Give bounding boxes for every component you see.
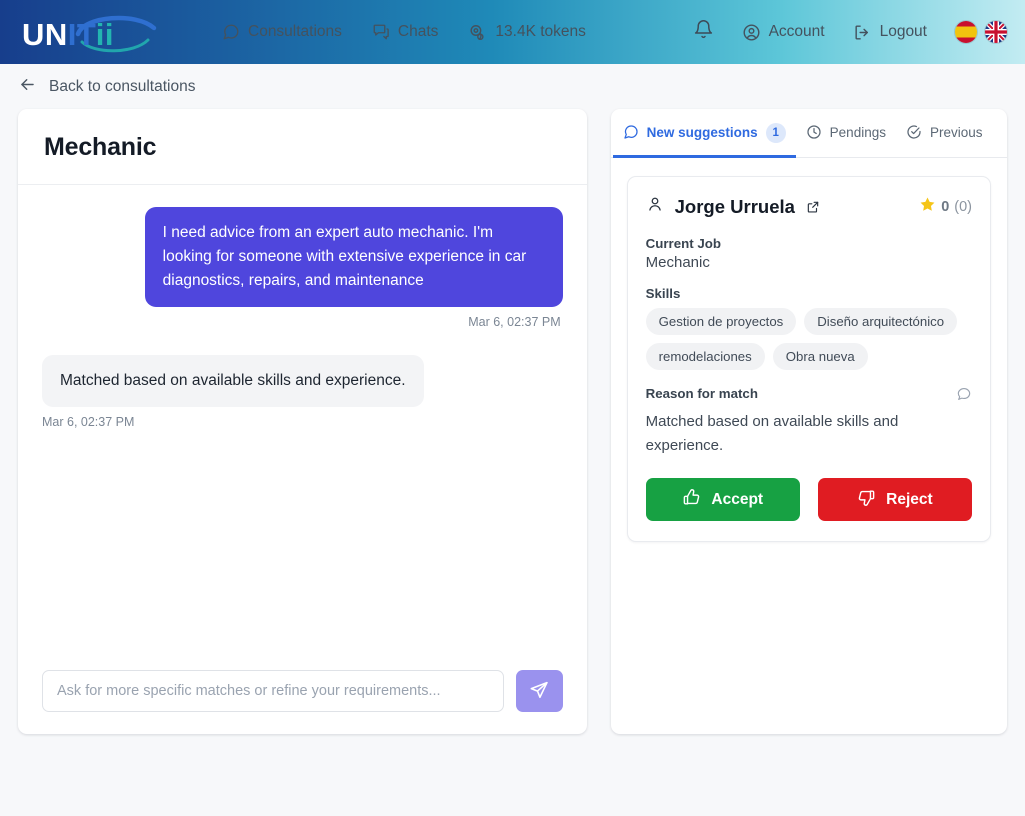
tab-label-new-suggestions: New suggestions (646, 124, 758, 140)
primary-nav: Consultations Chats 13.4K tokens (222, 23, 693, 42)
accept-button-label: Accept (711, 490, 764, 508)
message-bubble: I need advice from an expert auto mechan… (144, 207, 563, 308)
chat-composer (18, 652, 587, 734)
chat-input[interactable] (42, 670, 504, 712)
tokens-icon (468, 23, 487, 42)
tab-badge-count: 1 (765, 123, 786, 143)
send-message-button[interactable] (515, 670, 563, 712)
message-square-icon (623, 124, 639, 143)
thumbs-down-icon (857, 488, 876, 512)
user-circle-icon (742, 23, 761, 42)
rating-score: 0 (941, 198, 950, 215)
tab-previous[interactable]: Previous (896, 109, 993, 158)
chat-header: Mechanic (18, 109, 587, 185)
reason-text: Matched based on available skills and ex… (645, 413, 899, 454)
logout-icon (853, 23, 872, 42)
skill-chip: Obra nueva (772, 343, 868, 370)
bell-icon (693, 19, 714, 45)
current-job-label: Current Job (645, 236, 721, 251)
language-switcher (955, 21, 1007, 43)
thumbs-up-icon (682, 488, 701, 512)
chat-message-incoming: Matched based on available skills and ex… (42, 355, 563, 429)
rating-count: (0) (954, 198, 972, 215)
nav-label-tokens: 13.4K tokens (495, 23, 586, 40)
chat-message-outgoing: I need advice from an expert auto mechan… (42, 207, 563, 329)
top-navigation-bar: UNITii Consultations Chats 13.4K tokens … (0, 0, 1025, 64)
suggestion-card: Jorge Urruela 0 (0) Current Job Mechanic… (626, 176, 991, 542)
candidate-identity: Jorge Urruela (646, 195, 820, 218)
skill-chip: Diseño arquitectónico (804, 308, 958, 335)
secondary-nav: Account Logout (693, 19, 1011, 45)
reject-button-label: Reject (886, 490, 933, 508)
nav-item-tokens[interactable]: 13.4K tokens (468, 23, 586, 42)
suggestions-list: Jorge Urruela 0 (0) Current Job Mechanic… (611, 158, 1007, 560)
nav-label-logout: Logout (879, 23, 927, 40)
nav-label-account: Account (768, 23, 825, 40)
current-job-value: Mechanic (645, 254, 710, 271)
skill-chip: remodelaciones (645, 343, 765, 370)
reject-button[interactable]: Reject (817, 478, 973, 521)
tab-label-previous: Previous (929, 124, 983, 140)
chats-icon (372, 23, 390, 41)
nav-item-chats[interactable]: Chats (372, 23, 439, 41)
suggestion-card-header: Jorge Urruela 0 (0) (646, 195, 972, 218)
tab-pendings[interactable]: Pendings (796, 109, 896, 158)
external-link-icon[interactable] (806, 200, 820, 214)
nav-label-consultations: Consultations (248, 23, 342, 40)
logo-wordmark: UNITii (22, 15, 114, 50)
page-title: Mechanic (44, 133, 157, 161)
logo-text-ii: ii (95, 16, 115, 52)
message-square-icon (222, 23, 240, 41)
uk-flag[interactable] (985, 21, 1007, 43)
check-circle-icon (906, 124, 922, 143)
chat-panel: Mechanic I need advice from an expert au… (18, 109, 587, 734)
nav-item-account[interactable]: Account (742, 23, 825, 42)
back-to-consultations-link[interactable]: Back to consultations (18, 75, 195, 99)
accept-button[interactable]: Accept (645, 478, 800, 521)
send-icon (529, 680, 549, 703)
nav-label-chats: Chats (397, 23, 439, 40)
message-timestamp: Mar 6, 02:37 PM (42, 415, 135, 430)
nav-item-consultations[interactable]: Consultations (222, 23, 342, 41)
skills-label: Skills (645, 286, 681, 301)
skills-list: Gestion de proyectos Diseño arquitectóni… (645, 308, 972, 370)
candidate-rating: 0 (0) (919, 196, 972, 217)
user-icon (646, 195, 664, 218)
skill-chip: Gestion de proyectos (645, 308, 797, 335)
logo-text-un: UN (22, 16, 68, 52)
notifications-button[interactable] (693, 19, 714, 45)
message-bubble: Matched based on available skills and ex… (42, 355, 424, 408)
logo-text-it: IT (67, 16, 96, 52)
spanish-flag[interactable] (955, 21, 977, 43)
main-content: Mechanic I need advice from an expert au… (0, 109, 1025, 734)
message-timestamp: Mar 6, 02:37 PM (468, 315, 561, 330)
candidate-name: Jorge Urruela (674, 195, 795, 217)
breadcrumb-bar: Back to consultations (0, 64, 1025, 109)
arrow-left-icon (18, 75, 37, 99)
app-logo[interactable]: UNITii (22, 8, 162, 56)
reason-label: Reason for match (645, 386, 758, 401)
suggestion-actions: Accept Reject (645, 478, 973, 521)
tab-label-pendings: Pendings (829, 124, 886, 140)
reason-header: Reason for match (646, 386, 972, 407)
back-link-label: Back to consultations (49, 77, 196, 95)
star-icon (919, 196, 936, 217)
nav-item-logout[interactable]: Logout (853, 23, 927, 42)
clock-icon (806, 124, 822, 143)
suggestions-panel: New suggestions 1 Pendings Previous Jorg… (610, 109, 1007, 734)
chat-message-list: I need advice from an expert auto mechan… (18, 185, 587, 652)
suggestions-tabs: New suggestions 1 Pendings Previous (610, 109, 1007, 158)
tab-new-suggestions[interactable]: New suggestions 1 (612, 109, 796, 158)
chat-bubble-icon[interactable] (956, 386, 972, 407)
